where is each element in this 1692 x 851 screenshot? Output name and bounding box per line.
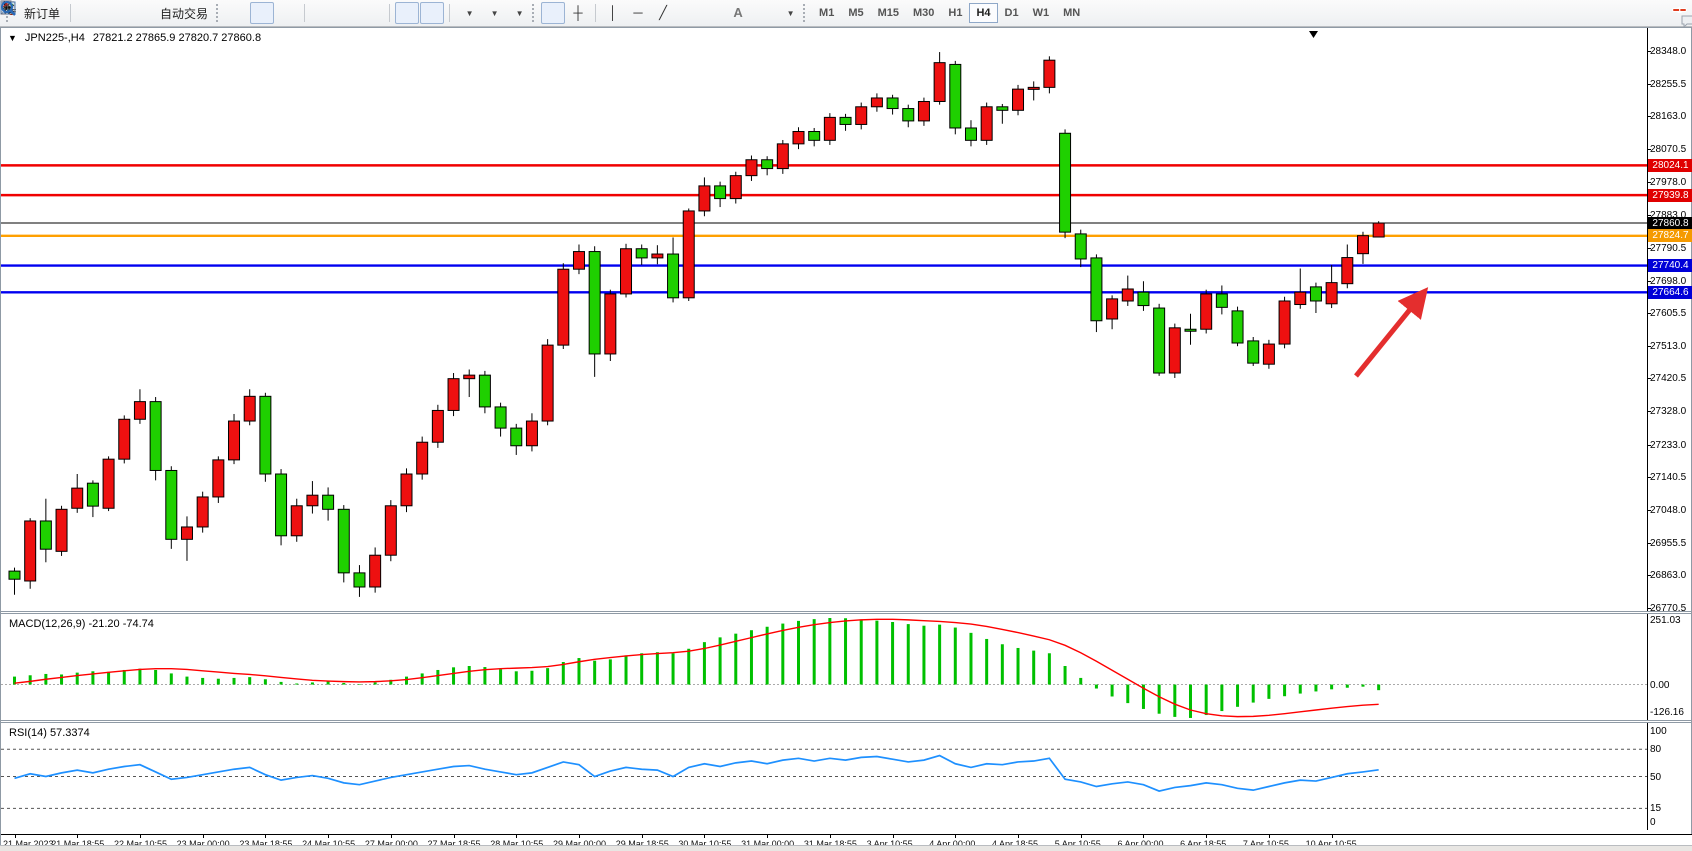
panel-splitter[interactable] [1, 720, 1691, 723]
text-label-tool-button[interactable]: T [751, 2, 775, 24]
price-axis[interactable]: 28348.028255.528163.028070.527978.027883… [1647, 28, 1692, 830]
channel-tool-button[interactable]: E [676, 2, 700, 24]
status-strip [0, 845, 1692, 851]
chevron-down-icon: ▼ [491, 9, 499, 18]
chart-title: ▼ JPN225-,H4 27821.2 27865.9 27820.7 278… [8, 32, 261, 44]
price-axis-label: 27233.0 [1650, 440, 1686, 451]
macd-panel[interactable] [1, 614, 1647, 720]
signals-button[interactable] [126, 2, 150, 24]
timeframe-M1[interactable]: M1 [812, 3, 841, 23]
line-chart-mode-button[interactable] [275, 2, 299, 24]
rsi-axis-label: 0 [1650, 817, 1656, 828]
timeframe-MN[interactable]: MN [1056, 3, 1087, 23]
price-axis-label: 26955.5 [1650, 538, 1686, 549]
rsi-panel[interactable] [1, 723, 1647, 830]
level-price-badge: 27740.4 [1648, 259, 1692, 272]
timeframe-M15[interactable]: M15 [871, 3, 906, 23]
price-axis-label: 28255.5 [1650, 79, 1686, 90]
candlestick-mode-button[interactable] [250, 2, 274, 24]
trendline-icon: ╱ [659, 6, 667, 20]
timeframe-M30[interactable]: M30 [906, 3, 941, 23]
crosshair-icon: ┼ [573, 6, 582, 20]
crosshair-tool-button[interactable]: ┼ [566, 2, 590, 24]
macd-label: MACD(12,26,9) -21.20 -74.74 [9, 618, 154, 630]
indicators-button[interactable]: ▼ [455, 2, 479, 24]
rsi-axis-label: 100 [1650, 726, 1667, 737]
toolbar-grip[interactable] [532, 4, 536, 22]
rsi-label: RSI(14) 57.3374 [9, 727, 90, 739]
level-price-badge: 28024.1 [1648, 159, 1692, 172]
price-axis-label: 27140.5 [1650, 472, 1686, 483]
level-price-badge: 27824.7 [1648, 229, 1692, 242]
chevron-down-icon: ▼ [466, 9, 474, 18]
rsi-axis-label: 15 [1650, 803, 1661, 814]
price-axis-label: 28348.0 [1650, 46, 1686, 57]
timeframe-H1[interactable]: H1 [941, 3, 969, 23]
toolbar-grip[interactable] [803, 4, 807, 22]
arrows-tool-button[interactable]: ▼ [776, 2, 800, 24]
notification-count-badge: 1 [1672, 8, 1687, 12]
price-axis-label: 27048.0 [1650, 505, 1686, 516]
zoom-in-button[interactable] [310, 2, 334, 24]
chart-symbol-period: JPN225-,H4 [25, 32, 85, 44]
chart-ohlc-values: 27821.2 27865.9 27820.7 27860.8 [93, 32, 261, 44]
price-axis-label: 27328.0 [1650, 406, 1686, 417]
horizontal-line-icon: ─ [633, 6, 642, 20]
mt4-terminal: 新订单 自动交易 ▼ ▼ ▼ ┼ │ ─ ╱ E F A T [0, 0, 1692, 851]
timeframe-group: M1M5M15M30H1H4D1W1MN [812, 3, 1087, 23]
price-axis-label: 26863.0 [1650, 570, 1686, 581]
horizontal-line-tool-button[interactable]: ─ [626, 2, 650, 24]
text-icon: A [733, 6, 742, 20]
price-axis-label: 27790.5 [1650, 243, 1686, 254]
cursor-tool-button[interactable] [541, 2, 565, 24]
macd-axis-label: -126.16 [1650, 707, 1684, 718]
timeframe-M5[interactable]: M5 [841, 3, 870, 23]
vertical-line-icon: │ [609, 6, 617, 20]
rsi-axis-label: 50 [1650, 772, 1661, 783]
fibonacci-tool-button[interactable]: F [701, 2, 725, 24]
price-axis-label: 27978.0 [1650, 177, 1686, 188]
main-price-chart[interactable] [1, 28, 1647, 611]
periods-button[interactable]: ▼ [480, 2, 504, 24]
text-tool-button[interactable]: A [726, 2, 750, 24]
tile-windows-button[interactable] [360, 2, 384, 24]
panel-splitter[interactable] [1, 611, 1691, 614]
price-axis-label: 28163.0 [1650, 111, 1686, 122]
level-price-badge: 27939.8 [1648, 189, 1692, 202]
level-price-badge: 27664.6 [1648, 286, 1692, 299]
toolbar: 新订单 自动交易 ▼ ▼ ▼ ┼ │ ─ ╱ E F A T [0, 0, 1692, 27]
market-watch-button[interactable] [76, 2, 100, 24]
new-order-label: 新订单 [24, 5, 60, 22]
chevron-down-icon: ▼ [787, 9, 795, 18]
chart-menu-triangle-icon[interactable]: ▼ [8, 33, 17, 43]
price-axis-label: 28070.5 [1650, 144, 1686, 155]
price-axis-label: 27513.0 [1650, 341, 1686, 352]
auto-trading-label: 自动交易 [160, 5, 208, 22]
price-axis-label: 27420.5 [1650, 373, 1686, 384]
new-order-button[interactable]: 新订单 [15, 2, 65, 24]
chart-shift-button[interactable] [420, 2, 444, 24]
timeframe-D1[interactable]: D1 [998, 3, 1026, 23]
bar-chart-mode-button[interactable] [225, 2, 249, 24]
chart-window: ▼ JPN225-,H4 27821.2 27865.9 27820.7 278… [0, 27, 1692, 845]
rsi-axis-label: 80 [1650, 744, 1661, 755]
bid-price-badge: 27860.8 [1648, 217, 1692, 230]
timeframe-H4[interactable]: H4 [969, 3, 997, 23]
auto-scroll-button[interactable] [395, 2, 419, 24]
terminal-button[interactable] [101, 2, 125, 24]
toolbar-grip[interactable] [216, 4, 220, 22]
trendline-tool-button[interactable]: ╱ [651, 2, 675, 24]
macd-axis-label: 0.00 [1650, 680, 1669, 691]
vertical-line-tool-button[interactable]: │ [601, 2, 625, 24]
timeframe-W1[interactable]: W1 [1026, 3, 1057, 23]
price-axis-label: 27605.5 [1650, 308, 1686, 319]
chevron-down-icon: ▼ [516, 9, 524, 18]
templates-button[interactable]: ▼ [505, 2, 529, 24]
auto-trading-button[interactable]: 自动交易 [151, 2, 213, 24]
zoom-out-button[interactable] [335, 2, 359, 24]
macd-axis-label: 251.03 [1650, 615, 1681, 626]
